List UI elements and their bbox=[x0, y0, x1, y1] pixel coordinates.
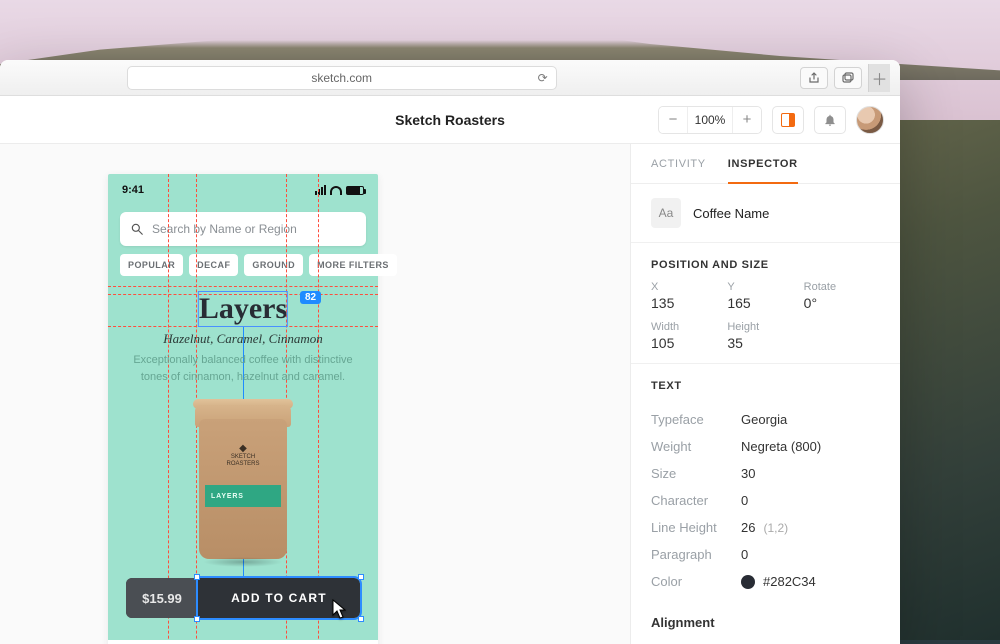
search-icon bbox=[130, 222, 144, 236]
product-title-layer[interactable]: Layers bbox=[199, 292, 287, 326]
bag-brand: SKETCH ROASTERS bbox=[218, 443, 268, 467]
address-bar[interactable]: sketch.com ⟳ bbox=[127, 66, 557, 90]
avatar[interactable] bbox=[856, 106, 884, 134]
document-title: Sketch Roasters bbox=[395, 112, 505, 128]
tabs-icon[interactable] bbox=[834, 67, 862, 89]
label-paragraph: Paragraph bbox=[651, 547, 741, 562]
buy-bar: $15.99 ADD TO CART bbox=[126, 578, 360, 618]
share-icon[interactable] bbox=[800, 67, 828, 89]
label-color: Color bbox=[651, 574, 741, 589]
add-to-cart-label: ADD TO CART bbox=[231, 591, 327, 605]
app-toolbar: Sketch Roasters − 100% + bbox=[0, 96, 900, 144]
browser-window: sketch.com ⟳ ＋ Sketch Roasters − 100% + bbox=[0, 60, 900, 644]
filter-chip[interactable]: MORE FILTERS bbox=[309, 254, 397, 276]
section-text: TEXT bbox=[631, 364, 900, 402]
inspector-panel: ACTIVITY INSPECTOR Aa Coffee Name POSITI… bbox=[630, 144, 900, 644]
label-y: Y bbox=[727, 281, 803, 293]
label-width: Width bbox=[651, 321, 727, 333]
selection-name: Coffee Name bbox=[693, 206, 769, 221]
new-tab-button[interactable]: ＋ bbox=[868, 64, 890, 92]
filter-chips: POPULAR DECAF GROUND MORE FILTERS bbox=[120, 254, 366, 276]
wifi-icon bbox=[330, 186, 342, 195]
value-color[interactable]: #282C34 bbox=[741, 574, 816, 589]
url-text: sketch.com bbox=[311, 71, 372, 85]
zoom-percent[interactable]: 100% bbox=[687, 107, 733, 133]
browser-toolbar: sketch.com ⟳ ＋ bbox=[0, 60, 900, 96]
tab-activity[interactable]: ACTIVITY bbox=[651, 158, 706, 183]
measure-badge-top: 82 bbox=[300, 291, 321, 304]
price-label: $15.99 bbox=[126, 578, 198, 618]
filter-chip[interactable]: DECAF bbox=[189, 254, 238, 276]
color-hex: #282C34 bbox=[763, 574, 816, 589]
notifications-button[interactable] bbox=[814, 106, 846, 134]
label-lineheight: Line Height bbox=[651, 520, 741, 535]
battery-icon bbox=[346, 186, 364, 195]
clock: 9:41 bbox=[122, 184, 144, 196]
signal-icon bbox=[315, 185, 326, 195]
value-rotate[interactable]: 0° bbox=[804, 295, 880, 311]
phone-status-bar: 9:41 bbox=[122, 184, 364, 196]
section-position-size: POSITION AND SIZE bbox=[631, 243, 900, 281]
selection-header: Aa Coffee Name bbox=[631, 184, 900, 243]
bag-label: LAYERS bbox=[211, 493, 244, 500]
search-input[interactable]: Search by Name or Region bbox=[120, 212, 366, 246]
label-rotate: Rotate bbox=[804, 281, 880, 293]
inspector-tabs: ACTIVITY INSPECTOR bbox=[631, 144, 900, 184]
cursor-icon bbox=[332, 599, 346, 619]
zoom-control: − 100% + bbox=[658, 106, 762, 134]
workspace: 9:41 Search by Name or Region POPULAR DE… bbox=[0, 144, 900, 644]
value-paragraph[interactable]: 0 bbox=[741, 547, 748, 562]
label-typeface: Typeface bbox=[651, 412, 741, 427]
label-height: Height bbox=[727, 321, 803, 333]
value-x[interactable]: 135 bbox=[651, 295, 727, 311]
value-typeface[interactable]: Georgia bbox=[741, 412, 787, 427]
filter-chip[interactable]: POPULAR bbox=[120, 254, 183, 276]
product-subtitle: Hazelnut, Caramel, Cinnamon bbox=[108, 331, 378, 347]
section-alignment: Alignment bbox=[651, 611, 880, 636]
label-character: Character bbox=[651, 493, 741, 508]
value-lineheight[interactable]: 26 bbox=[741, 520, 755, 535]
zoom-in-button[interactable]: + bbox=[733, 107, 761, 133]
canvas[interactable]: 9:41 Search by Name or Region POPULAR DE… bbox=[0, 144, 630, 644]
value-character[interactable]: 0 bbox=[741, 493, 748, 508]
layer-type-badge: Aa bbox=[651, 198, 681, 228]
label-x: X bbox=[651, 281, 727, 293]
value-width[interactable]: 105 bbox=[651, 335, 727, 351]
product-image: SKETCH ROASTERS LAYERS bbox=[193, 399, 293, 559]
panel-icon bbox=[781, 113, 795, 127]
label-size: Size bbox=[651, 466, 741, 481]
zoom-out-button[interactable]: − bbox=[659, 107, 687, 133]
artboard-coffee-app: 9:41 Search by Name or Region POPULAR DE… bbox=[108, 174, 378, 644]
color-swatch bbox=[741, 575, 755, 589]
value-lineheight-ratio: (1,2) bbox=[763, 521, 788, 535]
section-heading-most-popular: MOST POPULAR bbox=[108, 640, 378, 644]
tab-inspector[interactable]: INSPECTOR bbox=[728, 158, 798, 184]
reload-icon[interactable]: ⟳ bbox=[538, 71, 548, 85]
label-weight: Weight bbox=[651, 439, 741, 454]
guide-line bbox=[108, 286, 378, 287]
value-height[interactable]: 35 bbox=[727, 335, 803, 351]
search-placeholder: Search by Name or Region bbox=[152, 222, 297, 236]
value-weight[interactable]: Negreta (800) bbox=[741, 439, 821, 454]
value-size[interactable]: 30 bbox=[741, 466, 755, 481]
toggle-right-panel-button[interactable] bbox=[772, 106, 804, 134]
value-y[interactable]: 165 bbox=[727, 295, 803, 311]
product-description: Exceptionally balanced coffee with disti… bbox=[124, 352, 362, 385]
filter-chip[interactable]: GROUND bbox=[244, 254, 303, 276]
